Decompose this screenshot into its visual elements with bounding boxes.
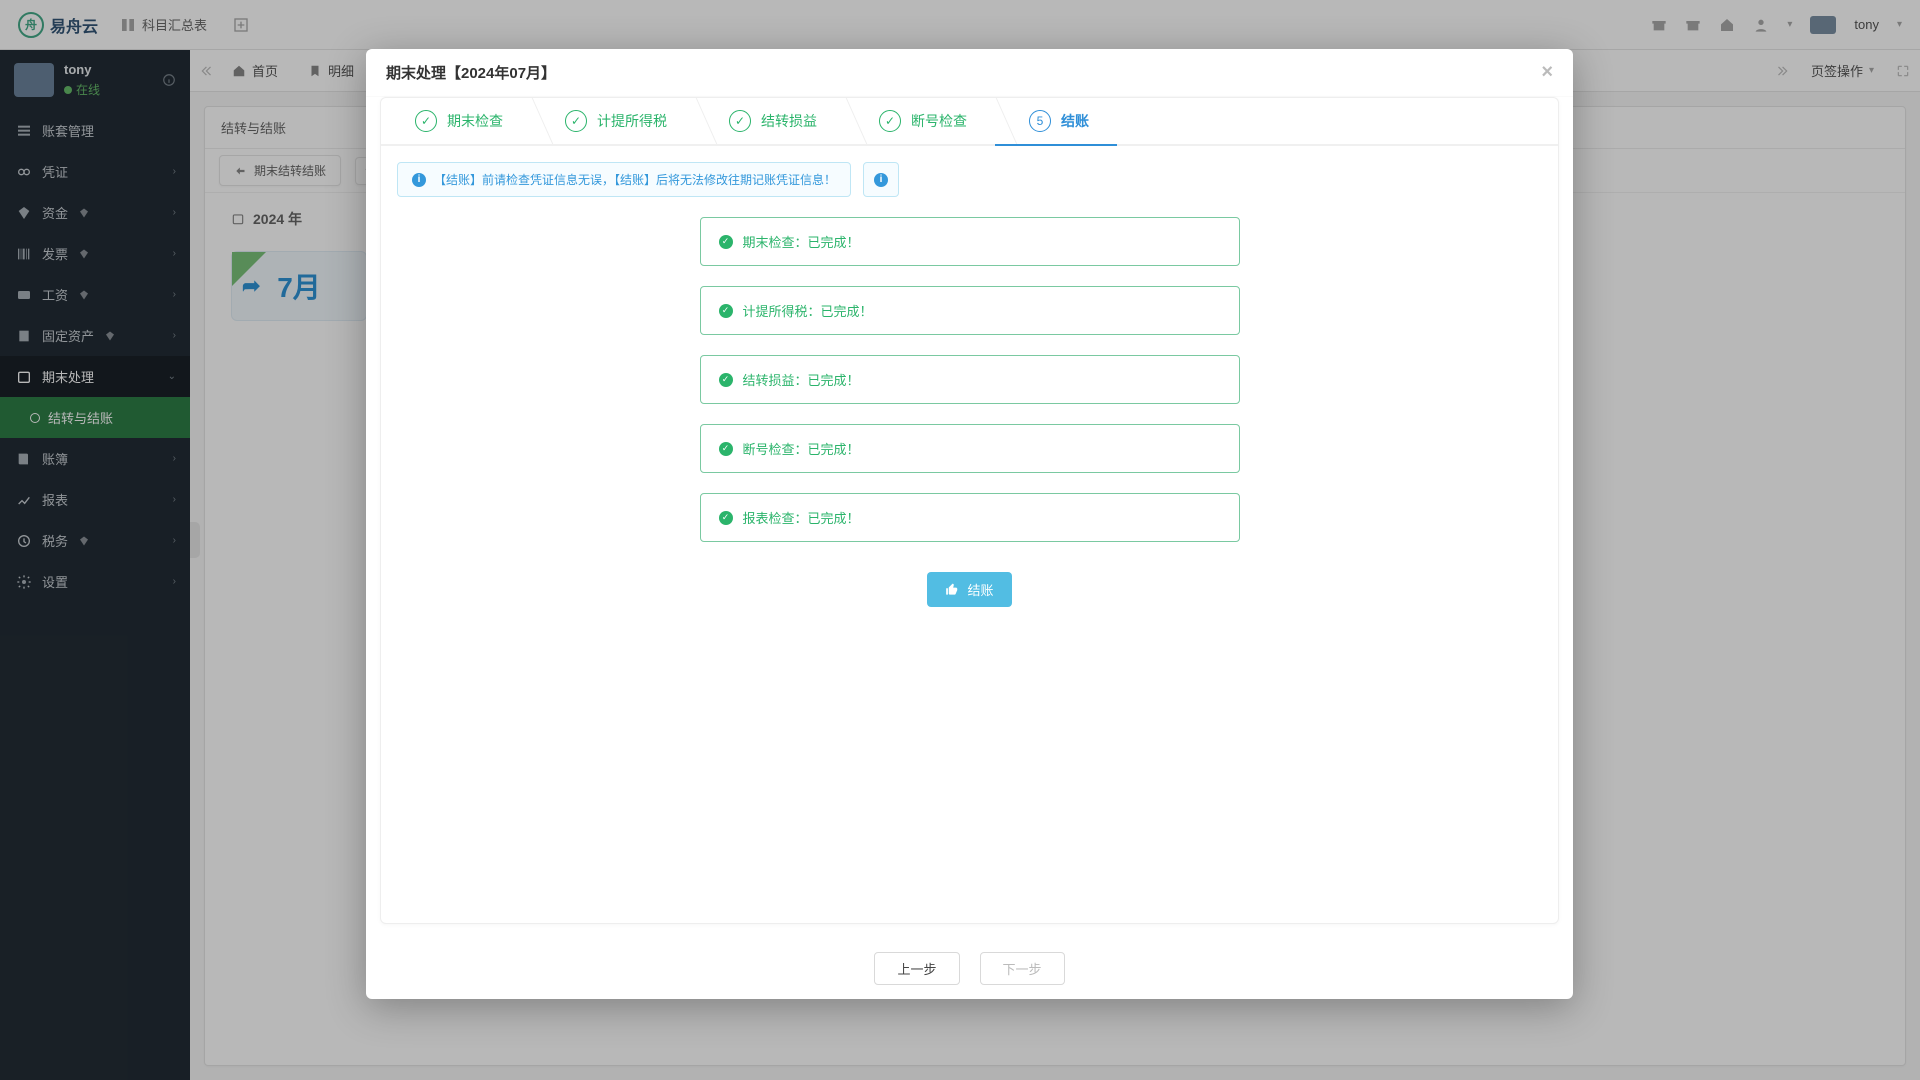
status-text: 报表检查：已完成！ (743, 508, 860, 527)
step-label: 期末检查 (447, 111, 503, 131)
thumbs-up-icon (945, 583, 959, 597)
check-circle-icon: ✓ (719, 511, 733, 525)
close-icon[interactable]: × (1541, 61, 1553, 84)
info-alert-text: 【结账】前请检查凭证信息无误，【结账】后将无法修改往期记账凭证信息！ (434, 171, 836, 188)
info-icon: i (874, 173, 888, 187)
alert-row: i 【结账】前请检查凭证信息无误，【结账】后将无法修改往期记账凭证信息！ i (381, 146, 1558, 207)
step-label: 断号检查 (911, 111, 967, 131)
close-books-button[interactable]: 结账 (927, 572, 1011, 607)
check-icon: ✓ (565, 110, 587, 132)
status-text: 期末检查：已完成！ (743, 232, 860, 251)
check-icon: ✓ (729, 110, 751, 132)
modal-header: 期末处理【2024年07月】 × (366, 49, 1573, 97)
check-icon: ✓ (415, 110, 437, 132)
step-label: 计提所得税 (597, 111, 667, 131)
step-pl[interactable]: ✓ 结转损益 (695, 98, 845, 144)
status-text: 断号检查：已完成！ (743, 439, 860, 458)
status-text: 结转损益：已完成！ (743, 370, 860, 389)
status-item: ✓ 断号检查：已完成！ (700, 424, 1240, 473)
info-alert: i 【结账】前请检查凭证信息无误，【结账】后将无法修改往期记账凭证信息！ (397, 162, 851, 197)
step-check[interactable]: ✓ 期末检查 (381, 98, 531, 144)
prev-button-label: 上一步 (897, 962, 936, 977)
step-close[interactable]: 5 结账 (995, 98, 1117, 146)
status-list: ✓ 期末检查：已完成！ ✓ 计提所得税：已完成！ ✓ 结转损益：已完成！ ✓ 断… (381, 207, 1558, 617)
check-circle-icon: ✓ (719, 442, 733, 456)
status-item: ✓ 报表检查：已完成！ (700, 493, 1240, 542)
step-label: 结账 (1061, 111, 1089, 131)
step-tax[interactable]: ✓ 计提所得税 (531, 98, 695, 144)
status-text: 计提所得税：已完成！ (743, 301, 873, 320)
check-circle-icon: ✓ (719, 235, 733, 249)
status-item: ✓ 结转损益：已完成！ (700, 355, 1240, 404)
info-alert-extra[interactable]: i (863, 162, 899, 197)
status-item: ✓ 计提所得税：已完成！ (700, 286, 1240, 335)
info-icon: i (412, 173, 426, 187)
check-icon: ✓ (879, 110, 901, 132)
modal-title: 期末处理【2024年07月】 (386, 62, 556, 83)
modal-inner: 期末处理【2024年07月】 × ✓ 期末检查 ✓ 计提所得税 ✓ (366, 49, 1573, 999)
modal-footer: 上一步 下一步 (366, 938, 1573, 999)
step-gap[interactable]: ✓ 断号检查 (845, 98, 995, 144)
step-number: 5 (1029, 110, 1051, 132)
close-books-label: 结账 (967, 580, 993, 599)
next-button: 下一步 (980, 952, 1065, 985)
next-button-label: 下一步 (1003, 962, 1042, 977)
step-label: 结转损益 (761, 111, 817, 131)
stepper: ✓ 期末检查 ✓ 计提所得税 ✓ 结转损益 ✓ 断号检查 (381, 98, 1558, 146)
check-circle-icon: ✓ (719, 304, 733, 318)
modal: 期末处理【2024年07月】 × ✓ 期末检查 ✓ 计提所得税 ✓ (366, 49, 1573, 1039)
prev-button[interactable]: 上一步 (874, 952, 959, 985)
check-circle-icon: ✓ (719, 373, 733, 387)
status-item: ✓ 期末检查：已完成！ (700, 217, 1240, 266)
